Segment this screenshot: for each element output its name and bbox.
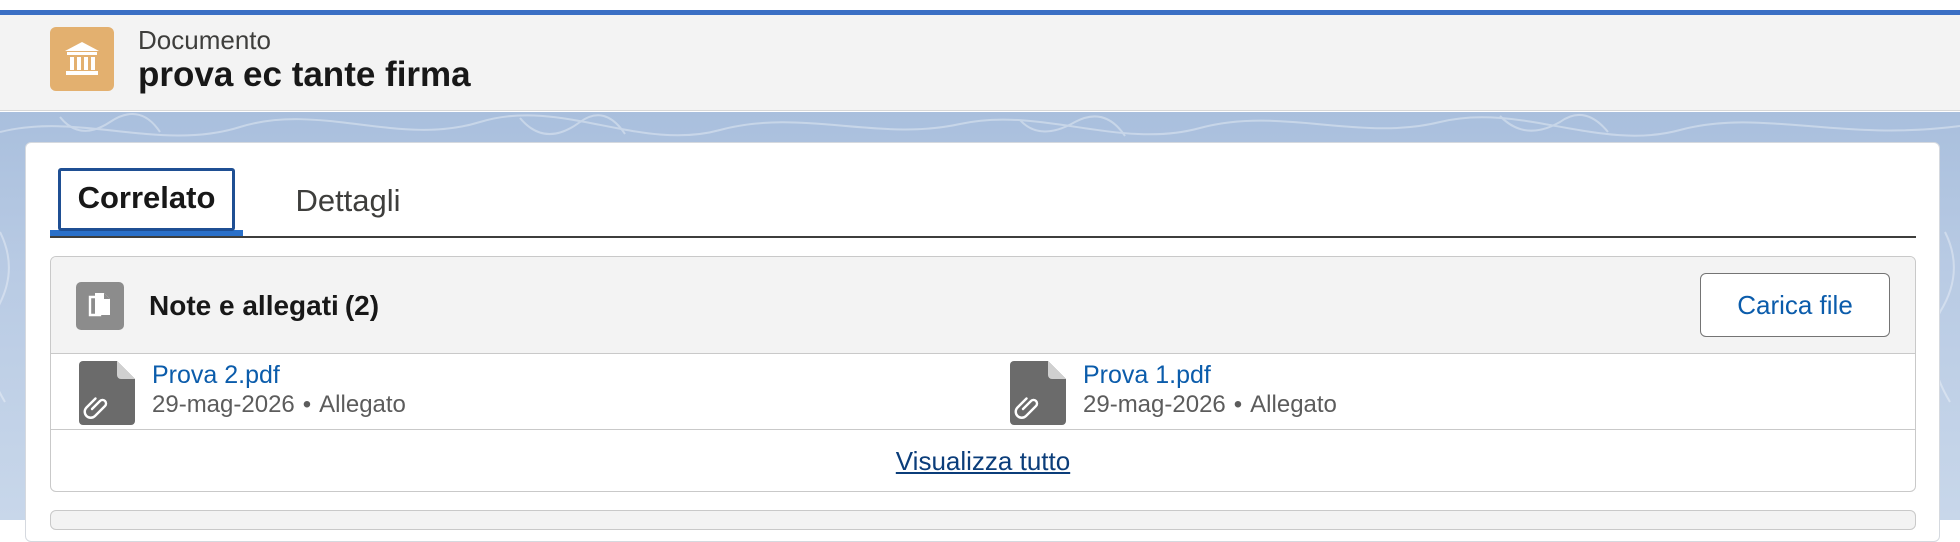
files-icon	[76, 282, 124, 330]
list-item: Prova 2.pdf 29-mag-2026 • Allegato	[79, 357, 979, 427]
file-type: Allegato	[1250, 391, 1337, 418]
file-date: 29-mag-2026	[1083, 391, 1226, 418]
related-list-title-text: Note e allegati	[149, 290, 339, 321]
file-meta: 29-mag-2026 • Allegato	[1083, 391, 1337, 419]
tab-bar: Correlato Dettagli	[50, 165, 1916, 238]
bank-icon	[50, 27, 114, 91]
tab-focus-ring	[58, 168, 235, 231]
page-title: prova ec tante firma	[138, 55, 471, 94]
tab-label: Dettagli	[295, 182, 401, 218]
notes-attachments-card: Note e allegati (2) Carica file Prova 2.p…	[50, 256, 1916, 492]
object-type-label: Documento	[138, 25, 271, 55]
file-meta: 29-mag-2026 • Allegato	[152, 391, 406, 419]
upload-file-button[interactable]: Carica file	[1700, 273, 1890, 337]
next-related-card	[50, 510, 1916, 530]
file-link[interactable]: Prova 1.pdf	[1083, 361, 1211, 390]
tab-dettagli[interactable]: Dettagli	[268, 165, 428, 236]
meta-separator: •	[1233, 391, 1243, 418]
top-accent-bar	[0, 0, 1960, 15]
tab-correlato[interactable]: Correlato	[50, 165, 243, 236]
attachment-file-icon	[79, 361, 135, 425]
file-link[interactable]: Prova 2.pdf	[152, 361, 280, 390]
file-type: Allegato	[319, 391, 406, 418]
view-all-footer: Visualizza tutto	[51, 429, 1915, 491]
record-header: Documento prova ec tante firma	[0, 15, 1960, 111]
attachment-file-icon	[1010, 361, 1066, 425]
view-all-link[interactable]: Visualizza tutto	[896, 446, 1070, 477]
meta-separator: •	[302, 391, 312, 418]
related-list-count: (2)	[344, 290, 380, 321]
related-list-title[interactable]: Note e allegati (2)	[149, 290, 379, 322]
file-date: 29-mag-2026	[152, 391, 295, 418]
list-item: Prova 1.pdf 29-mag-2026 • Allegato	[1010, 357, 1910, 427]
related-list-header: Note e allegati (2) Carica file	[51, 257, 1915, 354]
